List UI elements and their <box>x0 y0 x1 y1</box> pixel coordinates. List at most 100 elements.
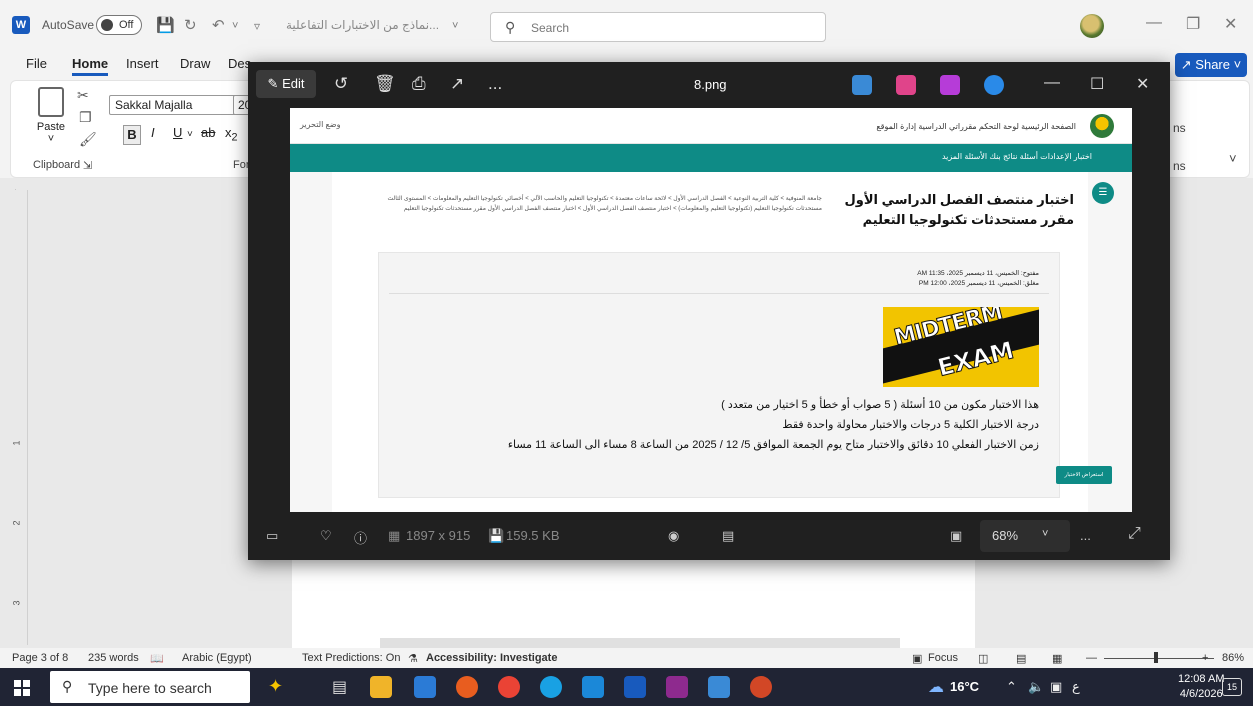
zoom-out-icon[interactable]: — <box>1086 652 1097 664</box>
tab-file[interactable]: File <box>26 56 47 71</box>
delete-icon[interactable]: 🗑 <box>374 74 396 94</box>
proofing-icon[interactable]: 📖 <box>150 652 164 665</box>
underline-button[interactable]: U <box>173 125 182 140</box>
more-options-icon[interactable]: ... <box>488 74 502 94</box>
viewer-zoom-select[interactable]: 68% ˅ <box>980 520 1070 552</box>
system-clock[interactable]: 12:08 AM 4/6/2026 <box>1178 672 1224 702</box>
weather-app-icon[interactable] <box>582 676 604 698</box>
zoom-in-icon[interactable]: + <box>1202 652 1208 664</box>
input-language[interactable]: ع <box>1072 679 1080 695</box>
format-painter-icon[interactable]: 🖌 <box>79 131 97 148</box>
fullscreen-icon[interactable]: ⤢ <box>1128 525 1141 543</box>
focus-button[interactable]: Focus <box>928 652 958 664</box>
photos-app-icon[interactable] <box>852 75 872 95</box>
firefox-icon[interactable] <box>456 676 478 698</box>
edge-icon[interactable] <box>540 676 562 698</box>
print-icon[interactable]: ⎙ <box>412 74 426 94</box>
share-button[interactable]: ↗ Share ˅ <box>1175 53 1247 77</box>
powerpoint-icon[interactable] <box>750 676 772 698</box>
info-icon[interactable]: ⓘ <box>354 528 367 547</box>
tray-expand-icon[interactable]: ⌃ <box>1006 679 1017 695</box>
chrome-icon[interactable] <box>498 676 520 698</box>
autosave-toggle[interactable]: Off <box>96 15 142 35</box>
save-icon[interactable]: 💾 <box>156 16 175 34</box>
clipchamp-app-icon[interactable] <box>940 75 960 95</box>
font-name-select[interactable]: Sakkal Majalla <box>109 95 237 115</box>
page-count[interactable]: Page 3 of 8 <box>12 652 68 664</box>
quiz-line-1: هذا الاختبار مكون من 10 أسئلة ( 5 صواب أ… <box>721 399 1039 411</box>
store-icon[interactable] <box>414 676 436 698</box>
favorite-icon[interactable]: ♡ <box>320 528 332 544</box>
minimize-icon[interactable]: — <box>1146 14 1162 32</box>
network-icon[interactable]: ▣ <box>1050 679 1062 695</box>
actual-size-icon[interactable]: ▣ <box>950 528 962 544</box>
text-predictions-status[interactable]: Text Predictions: On <box>302 652 400 664</box>
text-extract-icon[interactable]: ▤ <box>722 528 734 544</box>
restore-icon[interactable]: ❐ <box>1186 14 1200 34</box>
share-icon: ↗ <box>1180 57 1192 72</box>
document-title[interactable]: نماذج من الاختبارات التفاعلية... <box>286 18 439 32</box>
file-explorer-icon[interactable] <box>370 676 392 698</box>
viewer-minimize-icon[interactable]: — <box>1044 74 1060 92</box>
edit-button[interactable]: ✎ Edit <box>256 70 316 98</box>
italic-button[interactable]: I <box>151 125 155 140</box>
ribbon-collapse-icon[interactable]: ˅ <box>1229 151 1237 166</box>
title-dropdown-icon[interactable]: ˅ <box>452 20 458 32</box>
close-icon[interactable]: ✕ <box>1224 14 1237 34</box>
clipboard-icon <box>38 87 64 117</box>
windows-start-icon[interactable] <box>14 680 30 696</box>
accessibility-status[interactable]: Accessibility: Investigate <box>426 652 557 664</box>
undo-dropdown-icon[interactable]: ˅ <box>232 20 238 32</box>
strikethrough-button[interactable]: ab <box>201 125 215 140</box>
copy-icon[interactable]: ❐ <box>79 109 92 126</box>
customize-toolbar-icon[interactable]: ▿ <box>254 19 260 33</box>
paste-button[interactable]: Paste ˅ <box>31 87 71 145</box>
read-mode-icon[interactable]: ◫ <box>978 652 988 665</box>
word-count[interactable]: 235 words <box>88 652 139 664</box>
task-view-icon[interactable]: ▤ <box>332 677 347 697</box>
zoom-slider-thumb[interactable] <box>1154 652 1158 663</box>
tab-draw[interactable]: Draw <box>180 56 210 71</box>
cut-icon[interactable]: ✂ <box>77 87 89 104</box>
filmstrip-icon[interactable]: ▭ <box>266 528 278 544</box>
photos-taskbar-icon[interactable] <box>708 676 730 698</box>
taskbar-search-box[interactable]: ⚲ Type here to search <box>50 671 250 703</box>
print-layout-icon[interactable]: ▤ <box>1016 652 1026 665</box>
sync-icon[interactable]: ↻ <box>184 16 197 34</box>
zoom-level[interactable]: 86% <box>1222 652 1244 664</box>
photos-viewer-window: ✎ Edit ↺ 🗑 ⎙ ↗ ... 8.png — ☐ ✕ الصفحة ال… <box>248 62 1170 560</box>
word-search-placeholder: Search <box>531 21 570 35</box>
bold-button[interactable]: B <box>123 125 141 145</box>
copilot-sparkle-icon[interactable]: ✦ <box>268 676 283 697</box>
share-icon[interactable]: ↗ <box>450 74 464 94</box>
viewer-more-icon[interactable]: ... <box>1080 528 1091 543</box>
word-logo-icon[interactable]: W <box>12 16 30 34</box>
clipboard-launcher-icon[interactable]: ⇲ <box>83 159 92 172</box>
viewer-close-icon[interactable]: ✕ <box>1136 74 1149 94</box>
word-search-box[interactable]: ⚲ Search <box>490 12 826 42</box>
volume-icon[interactable]: 🔈 <box>1028 679 1044 695</box>
quiz-line-3: زمن الاختبار الفعلي 10 دقائق والاختبار م… <box>507 439 1039 451</box>
viewer-image[interactable]: الصفحة الرئيسية لوحة التحكم مقرراتي الدر… <box>290 108 1132 512</box>
winrar-icon[interactable] <box>666 676 688 698</box>
rotate-icon[interactable]: ↺ <box>334 74 348 94</box>
language-status[interactable]: Arabic (Egypt) <box>182 652 252 664</box>
word-taskbar-icon[interactable] <box>624 676 646 698</box>
image-dimensions: 1897 x 915 <box>406 528 471 543</box>
onedrive-icon[interactable] <box>984 75 1004 95</box>
designer-app-icon[interactable] <box>896 75 916 95</box>
web-layout-icon[interactable]: ▦ <box>1052 652 1062 665</box>
weather-icon[interactable]: ☁ <box>928 677 944 697</box>
temperature[interactable]: 16°C <box>950 679 979 694</box>
undo-icon[interactable]: ↶ <box>212 16 225 34</box>
subscript-button[interactable]: x2 <box>225 125 238 144</box>
zoom-slider[interactable] <box>1104 658 1214 659</box>
notification-center[interactable]: 15 <box>1222 678 1242 696</box>
visual-search-icon[interactable]: ◉ <box>668 528 679 544</box>
tab-home[interactable]: Home <box>72 56 109 76</box>
user-avatar[interactable] <box>1080 14 1104 38</box>
underline-dropdown-icon[interactable]: ˅ <box>187 129 193 140</box>
tab-insert[interactable]: Insert <box>126 56 159 71</box>
viewer-maximize-icon[interactable]: ☐ <box>1090 74 1104 94</box>
dimensions-icon: ▦ <box>388 528 401 543</box>
